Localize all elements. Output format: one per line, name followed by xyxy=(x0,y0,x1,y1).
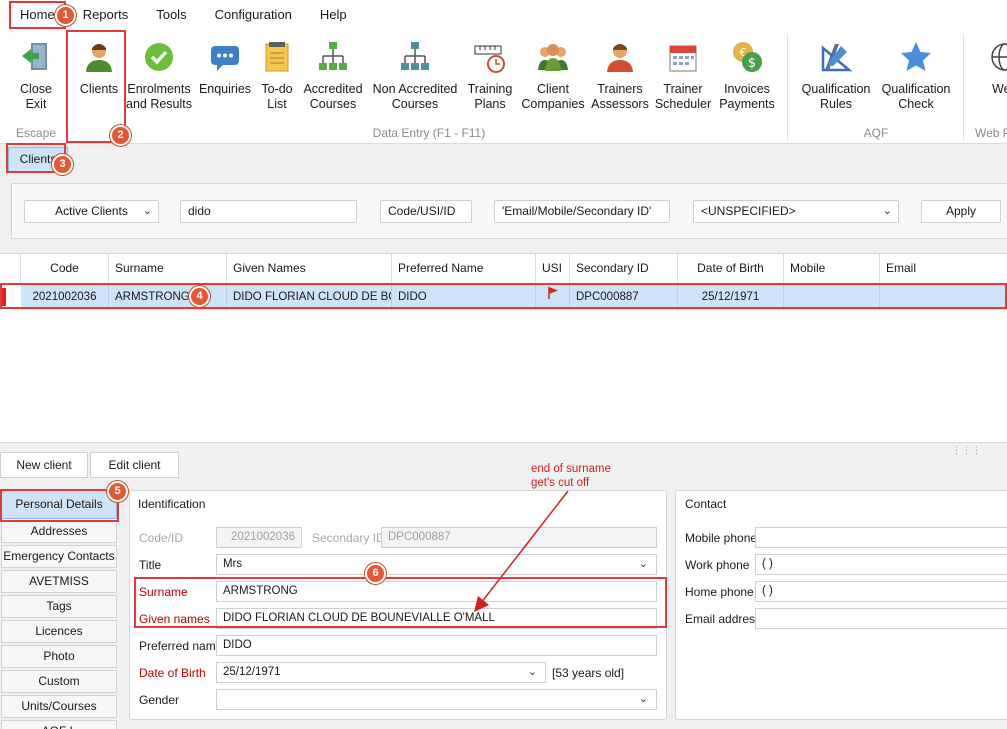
annotation-arrow-icon xyxy=(474,490,569,612)
